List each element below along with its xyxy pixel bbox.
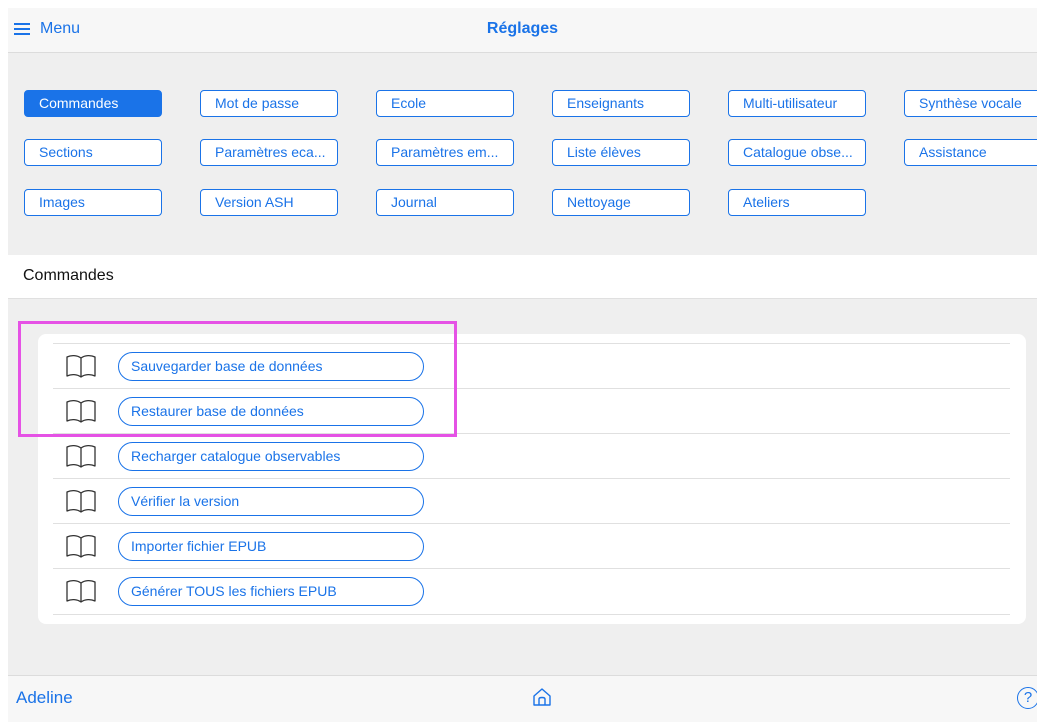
section-header: Commandes — [8, 255, 1037, 299]
tab-liste-eleves[interactable]: Liste élèves — [552, 139, 690, 166]
tab-enseignants[interactable]: Enseignants — [552, 90, 690, 117]
tab-parametres-eca[interactable]: Paramètres eca... — [200, 139, 338, 166]
settings-tabs: Commandes Mot de passe Ecole Enseignants… — [8, 53, 1037, 255]
generer-epub-button[interactable]: Générer TOUS les fichiers EPUB — [118, 577, 424, 606]
book-icon — [66, 399, 96, 423]
tab-parametres-em[interactable]: Paramètres em... — [376, 139, 514, 166]
book-icon — [66, 444, 96, 468]
tab-assistance[interactable]: Assistance — [904, 139, 1037, 166]
help-icon[interactable]: ? — [1017, 687, 1037, 709]
book-icon — [66, 579, 96, 603]
commands-card: Sauvegarder base de données Restaurer ba… — [38, 334, 1026, 624]
tab-images[interactable]: Images — [24, 189, 162, 216]
page-title: Réglages — [486, 20, 559, 37]
user-name[interactable]: Adeline — [16, 688, 73, 708]
sauvegarder-base-button[interactable]: Sauvegarder base de données — [118, 352, 424, 381]
tab-sections[interactable]: Sections — [24, 139, 162, 166]
tab-version-ash[interactable]: Version ASH — [200, 189, 338, 216]
book-icon — [66, 354, 96, 378]
bottom-bar: Adeline ? — [8, 675, 1037, 722]
tab-synthese-vocale[interactable]: Synthèse vocale — [904, 90, 1037, 117]
tab-ecole[interactable]: Ecole — [376, 90, 514, 117]
top-navigation-bar: Menu Réglages — [8, 8, 1037, 53]
tab-nettoyage[interactable]: Nettoyage — [552, 189, 690, 216]
restaurer-base-button[interactable]: Restaurer base de données — [118, 397, 424, 426]
tab-commandes[interactable]: Commandes — [24, 90, 162, 117]
command-row: Vérifier la version — [53, 478, 1010, 524]
importer-epub-button[interactable]: Importer fichier EPUB — [118, 532, 424, 561]
tab-catalogue-observables[interactable]: Catalogue obse... — [728, 139, 866, 166]
commands-area: Sauvegarder base de données Restaurer ba… — [8, 299, 1037, 675]
tab-journal[interactable]: Journal — [376, 189, 514, 216]
book-icon — [66, 534, 96, 558]
verifier-version-button[interactable]: Vérifier la version — [118, 487, 424, 516]
home-icon[interactable] — [531, 686, 553, 708]
tab-multi-utilisateur[interactable]: Multi-utilisateur — [728, 90, 866, 117]
command-row: Générer TOUS les fichiers EPUB — [53, 568, 1010, 615]
tab-mot-de-passe[interactable]: Mot de passe — [200, 90, 338, 117]
book-icon — [66, 489, 96, 513]
command-row: Importer fichier EPUB — [53, 523, 1010, 569]
command-row: Sauvegarder base de données — [53, 343, 1010, 389]
section-title: Commandes — [23, 267, 114, 284]
command-row: Recharger catalogue observables — [53, 433, 1010, 479]
command-row: Restaurer base de données — [53, 388, 1010, 434]
recharger-catalogue-button[interactable]: Recharger catalogue observables — [118, 442, 424, 471]
tab-ateliers[interactable]: Ateliers — [728, 189, 866, 216]
